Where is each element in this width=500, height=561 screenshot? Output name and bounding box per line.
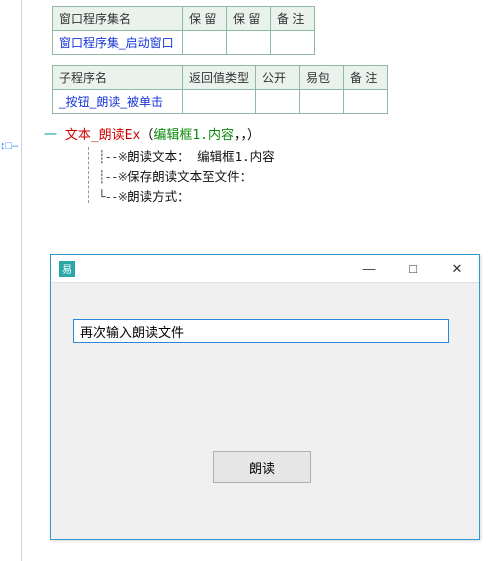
argument: 编辑框1.内容	[153, 128, 234, 143]
cell[interactable]	[227, 31, 271, 55]
close-button[interactable]: ✕	[435, 255, 479, 283]
function-call: 文本_朗读Ex	[65, 128, 140, 143]
col-header: 窗口程序集名	[53, 7, 183, 31]
cell[interactable]	[300, 90, 344, 114]
param-line: ┊--※朗读文本： 编辑框1.内容	[98, 147, 500, 167]
minimize-icon: —	[363, 261, 376, 276]
preview-window: 易 — □ ✕ 朗读	[50, 254, 480, 540]
col-header: 易包	[300, 66, 344, 90]
close-icon: ✕	[452, 261, 463, 277]
app-icon: 易	[59, 261, 75, 277]
maximize-icon: □	[409, 261, 417, 276]
cell[interactable]	[183, 90, 256, 114]
col-header: 公开	[256, 66, 300, 90]
subroutine-table: 子程序名 返回值类型 公开 易包 备 注 _按钮_朗读_被单击	[52, 65, 388, 114]
window-assembly-table: 窗口程序集名 保 留 保 留 备 注 窗口程序集_启动窗口	[52, 6, 315, 55]
read-button[interactable]: 朗读	[213, 451, 311, 483]
main-content: 窗口程序集名 保 留 保 留 备 注 窗口程序集_启动窗口 子程序名 返回值类型…	[22, 0, 500, 207]
col-header: 保 留	[183, 7, 227, 31]
paren: （	[140, 128, 153, 143]
code-line[interactable]: 一 文本_朗读Ex（编辑框1.内容，，）	[44, 126, 500, 147]
cell[interactable]	[183, 31, 227, 55]
param-line: └--※朗读方式：	[98, 187, 500, 207]
cell[interactable]	[256, 90, 300, 114]
gutter-fold-mark[interactable]: ↕□–	[0, 140, 18, 152]
col-header: 备 注	[344, 66, 388, 90]
param-line: ┊--※保存朗读文本至文件：	[98, 167, 500, 187]
maximize-button[interactable]: □	[391, 255, 435, 283]
table-row[interactable]: 窗口程序集_启动窗口	[53, 31, 315, 55]
col-header: 备 注	[271, 7, 315, 31]
assembly-name[interactable]: 窗口程序集_启动窗口	[53, 31, 183, 55]
code-area[interactable]: 一 文本_朗读Ex（编辑框1.内容，，） ┊--※朗读文本： 编辑框1.内容 ┊…	[22, 124, 500, 207]
line-indent: 一	[44, 128, 65, 143]
window-client-area: 朗读	[51, 283, 479, 539]
args-rest: ，，）	[234, 128, 260, 143]
cell[interactable]	[344, 90, 388, 114]
code-gutter: ↕□–	[0, 0, 22, 561]
col-header: 返回值类型	[183, 66, 256, 90]
table-row[interactable]: _按钮_朗读_被单击	[53, 90, 388, 114]
subroutine-name[interactable]: _按钮_朗读_被单击	[53, 90, 183, 114]
read-text-input[interactable]	[73, 319, 449, 343]
window-titlebar[interactable]: 易 — □ ✕	[51, 255, 479, 283]
cell[interactable]	[271, 31, 315, 55]
minimize-button[interactable]: —	[347, 255, 391, 283]
param-hints: ┊--※朗读文本： 编辑框1.内容 ┊--※保存朗读文本至文件： └--※朗读方…	[44, 147, 500, 207]
col-header: 子程序名	[53, 66, 183, 90]
col-header: 保 留	[227, 7, 271, 31]
